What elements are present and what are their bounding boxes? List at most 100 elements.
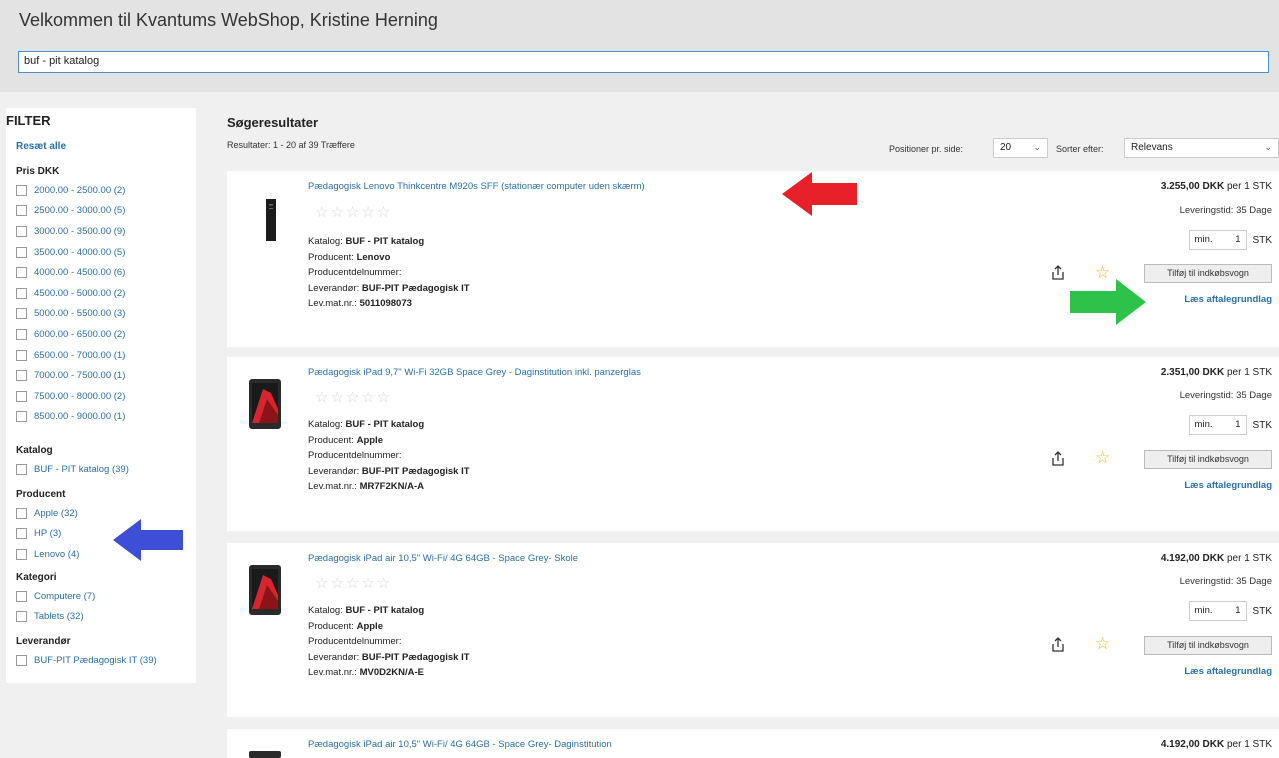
checkbox[interactable]: [16, 225, 27, 237]
product-title-link[interactable]: Pædagogisk iPad air 10,5" Wi-Fi/ 4G 64GB…: [308, 553, 578, 564]
checkbox[interactable]: [16, 411, 27, 423]
delivery-time: Leveringstid: 35 Dage: [1179, 576, 1272, 587]
product-card: Pædagogisk iPad air 10,5" Wi-Fi/ 4G 64GB…: [227, 543, 1279, 717]
add-to-cart-button[interactable]: Tilføj til indkøbsvogn: [1144, 450, 1272, 469]
filter-option[interactable]: Tablets (32): [16, 607, 95, 628]
checkbox[interactable]: [16, 267, 27, 279]
product-price: 2.351,00 DKK per 1 STK: [1160, 367, 1272, 378]
filter-group-price: Pris DKK 2000.00 - 2500.00 (2) 2500.00 -…: [16, 166, 125, 427]
filter-group-catalog: Katalog BUF - PIT katalog (39): [16, 445, 129, 480]
filter-group-title: Katalog: [16, 445, 53, 456]
checkbox[interactable]: [16, 507, 27, 519]
checkbox[interactable]: [16, 528, 27, 540]
product-title-link[interactable]: Pædagogisk iPad air 10,5" Wi-Fi/ 4G 64GB…: [308, 739, 612, 750]
filter-group-title: Pris DKK: [16, 166, 60, 177]
filter-option[interactable]: Apple (32): [16, 503, 79, 524]
checkbox[interactable]: [16, 548, 27, 560]
add-to-cart-button[interactable]: Tilføj til indkøbsvogn: [1144, 636, 1272, 655]
product-price: 4.192,00 DKK per 1 STK: [1160, 553, 1272, 564]
checkbox[interactable]: [16, 184, 27, 196]
quantity-input[interactable]: min. 1: [1188, 601, 1247, 621]
quantity-input[interactable]: min. 1: [1188, 415, 1247, 435]
checkbox[interactable]: [16, 654, 27, 666]
star-rating[interactable]: ☆☆☆☆☆: [315, 388, 392, 406]
filter-option[interactable]: 7500.00 - 8000.00 (2): [16, 386, 125, 407]
add-to-cart-button[interactable]: Tilføj til indkøbsvogn: [1144, 264, 1272, 283]
share-icon[interactable]: [1050, 637, 1066, 653]
checkbox[interactable]: [16, 390, 27, 402]
share-icon[interactable]: [1050, 451, 1066, 467]
filter-option[interactable]: Lenovo (4): [16, 544, 79, 565]
desktop-computer-image[interactable]: [266, 199, 276, 241]
chevron-down-icon: ⌄: [1033, 142, 1041, 152]
filter-option[interactable]: 6000.00 - 6500.00 (2): [16, 324, 125, 345]
share-icon[interactable]: [1050, 265, 1066, 281]
checkbox[interactable]: [16, 349, 27, 361]
product-price: 4.192,00 DKK per 1 STK: [1160, 739, 1272, 750]
search-input[interactable]: buf - pit katalog: [18, 51, 1269, 73]
product-details: Katalog: BUF - PIT katalog Producent: Le…: [308, 236, 470, 309]
green-annotation-arrow: [1070, 279, 1146, 325]
filter-option[interactable]: BUF - PIT katalog (39): [16, 459, 129, 480]
reset-all-link[interactable]: Resæt alle: [16, 141, 66, 152]
blue-annotation-arrow: [113, 519, 183, 561]
ipad-image[interactable]: [249, 379, 281, 429]
filter-option[interactable]: 3500.00 - 4000.00 (5): [16, 242, 125, 263]
read-agreement-link[interactable]: Læs aftalegrundlag: [1184, 666, 1272, 677]
checkbox[interactable]: [16, 370, 27, 382]
filter-option[interactable]: 2000.00 - 2500.00 (2): [16, 180, 125, 201]
checkbox[interactable]: [16, 308, 27, 320]
positions-per-page-select[interactable]: 20 ⌄: [993, 138, 1048, 158]
results-title: Søgeresultater: [227, 115, 319, 130]
filter-option[interactable]: BUF-PIT Pædagogisk IT (39): [16, 650, 157, 671]
filter-option[interactable]: 5000.00 - 5500.00 (3): [16, 304, 125, 325]
checkbox[interactable]: [16, 328, 27, 340]
star-rating[interactable]: ☆☆☆☆☆: [315, 203, 392, 221]
unit-label: STK: [1252, 419, 1272, 431]
filter-option[interactable]: Computere (7): [16, 586, 95, 607]
read-agreement-link[interactable]: Læs aftalegrundlag: [1184, 480, 1272, 491]
filter-option[interactable]: 6500.00 - 7000.00 (1): [16, 345, 125, 366]
filter-option[interactable]: 3000.00 - 3500.00 (9): [16, 221, 125, 242]
ipad-image[interactable]: [249, 751, 281, 758]
filter-group-title: Kategori: [16, 572, 57, 583]
product-title-link[interactable]: Pædagogisk Lenovo Thinkcentre M920s SFF …: [308, 181, 645, 192]
checkbox[interactable]: [16, 590, 27, 602]
filter-option[interactable]: 8500.00 - 9000.00 (1): [16, 407, 125, 428]
filter-option[interactable]: HP (3): [16, 524, 79, 545]
filter-option[interactable]: 7000.00 - 7500.00 (1): [16, 365, 125, 386]
product-card: Pædagogisk iPad 9,7" Wi-Fi 32GB Space Gr…: [227, 357, 1279, 531]
checkbox[interactable]: [16, 205, 27, 217]
sort-select[interactable]: Relevans ⌄: [1124, 138, 1279, 158]
quantity-input[interactable]: min. 1: [1188, 230, 1247, 250]
favorite-star-icon[interactable]: ☆: [1095, 634, 1110, 654]
results-count: Resultater: 1 - 20 af 39 Træffere: [227, 140, 355, 150]
filter-option[interactable]: 4000.00 - 4500.00 (6): [16, 262, 125, 283]
unit-label: STK: [1252, 234, 1272, 246]
delivery-time: Leveringstid: 35 Dage: [1179, 390, 1272, 401]
quantity-row: min. 1 STK: [1188, 415, 1272, 435]
product-details: Katalog: BUF - PIT katalog Producent: Ap…: [308, 419, 470, 492]
product-title-link[interactable]: Pædagogisk iPad 9,7" Wi-Fi 32GB Space Gr…: [308, 367, 641, 378]
read-agreement-link[interactable]: Læs aftalegrundlag: [1184, 294, 1272, 305]
filter-group-category: Kategori Computere (7) Tablets (32): [16, 572, 95, 627]
sort-label: Sorter efter:: [1056, 144, 1104, 154]
red-annotation-arrow: [782, 172, 857, 216]
favorite-star-icon[interactable]: ☆: [1095, 448, 1110, 468]
delivery-time: Leveringstid: 35 Dage: [1179, 205, 1272, 216]
positions-label: Positioner pr. side:: [889, 144, 964, 154]
checkbox[interactable]: [16, 463, 27, 475]
filter-option[interactable]: 4500.00 - 5000.00 (2): [16, 283, 125, 304]
unit-label: STK: [1252, 605, 1272, 617]
quantity-row: min. 1 STK: [1188, 230, 1272, 250]
ipad-image[interactable]: [249, 565, 281, 615]
checkbox[interactable]: [16, 611, 27, 623]
filter-option[interactable]: 2500.00 - 3000.00 (5): [16, 201, 125, 222]
filter-group-title: Leverandør: [16, 636, 71, 647]
product-price: 3.255,00 DKK per 1 STK: [1160, 181, 1272, 192]
filter-group-title: Producent: [16, 489, 66, 500]
checkbox[interactable]: [16, 246, 27, 258]
checkbox[interactable]: [16, 287, 27, 299]
filter-group-producer: Producent Apple (32) HP (3) Lenovo (4): [16, 489, 79, 565]
star-rating[interactable]: ☆☆☆☆☆: [315, 574, 392, 592]
